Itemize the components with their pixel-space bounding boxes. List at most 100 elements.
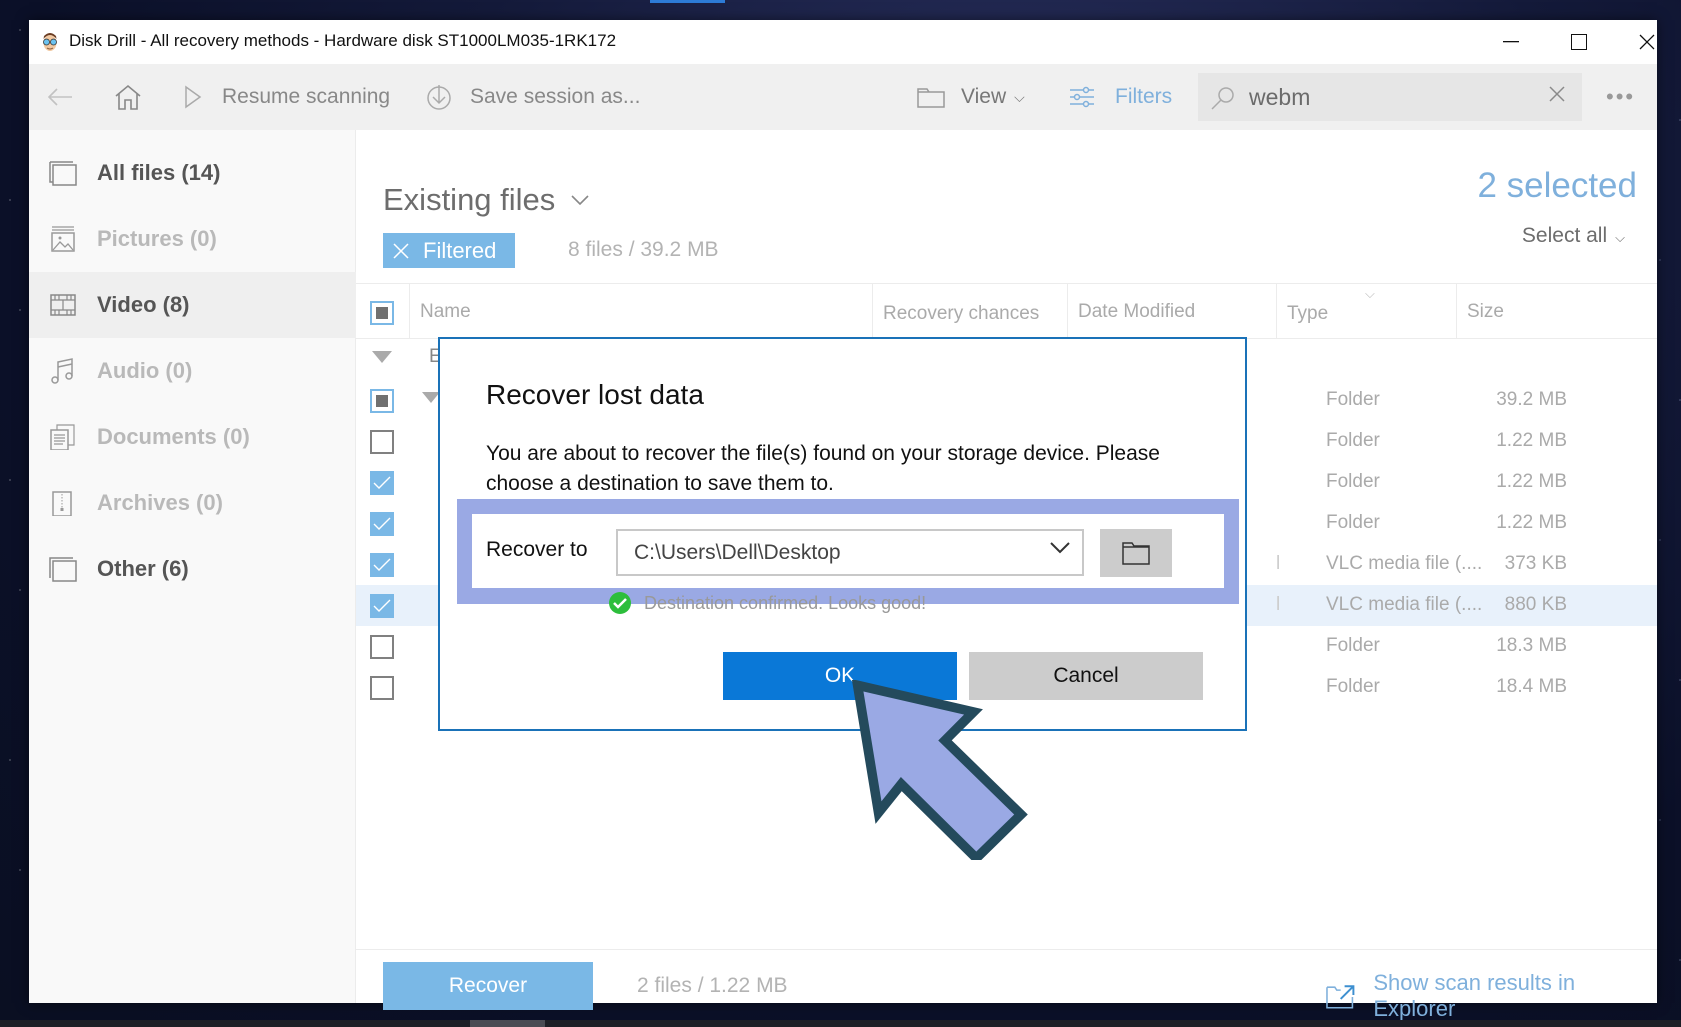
location-dropdown[interactable]: Existing files — [383, 182, 589, 218]
dialog-title: Recover lost data — [486, 379, 704, 410]
toolbar: Resume scanning Save session as... View … — [29, 64, 1657, 130]
recover-to-label: Recover to — [486, 538, 588, 561]
minimize-icon — [1503, 41, 1519, 43]
search-input[interactable] — [1249, 82, 1519, 112]
row-type: Folder — [1326, 635, 1380, 656]
row-size: 18.3 MB — [1496, 635, 1567, 656]
taskbar-app-button[interactable] — [470, 1020, 545, 1027]
row-checkbox[interactable] — [370, 676, 394, 700]
maximize-button[interactable] — [1546, 20, 1612, 64]
sidebar-item-documents[interactable]: Documents (0) — [29, 404, 356, 470]
cancel-button[interactable]: Cancel — [969, 652, 1203, 700]
sidebar-item-label: Pictures (0) — [97, 226, 217, 251]
close-button[interactable] — [1614, 20, 1680, 64]
filters-button[interactable]: Filters — [1069, 64, 1172, 130]
column-size[interactable]: Size — [1456, 284, 1657, 339]
sidebar-item-all[interactable]: All files (14) — [29, 140, 356, 206]
row-checkbox[interactable] — [370, 594, 394, 618]
explorer-link-label: Show scan results in Explorer — [1373, 970, 1576, 1021]
collapse-triangle-icon[interactable] — [372, 351, 392, 363]
annotation-highlight-box: Recover to C:\Users\Dell\Desktop — [457, 499, 1239, 604]
row-checkbox[interactable] — [370, 471, 394, 495]
filters-sliders-icon — [1070, 86, 1094, 108]
select-all-dropdown[interactable]: Select all ⌵ — [1522, 224, 1625, 248]
chevron-down-icon: ⌵ — [1014, 88, 1025, 105]
close-icon — [1639, 34, 1655, 50]
sidebar-item-label: Documents (0) — [97, 424, 250, 449]
table-header: Name Recovery chances Date Modified ⌵ Ty… — [356, 283, 1657, 339]
recover-button[interactable]: Recover — [383, 962, 593, 1010]
pictures-icon — [51, 226, 75, 252]
bottom-bar: Recover 2 files / 1.22 MB Show scan resu… — [356, 949, 1657, 1021]
recover-dialog: Recover lost data You are about to recov… — [438, 337, 1247, 731]
clear-search-icon[interactable] — [1548, 85, 1566, 103]
column-recovery-chances[interactable]: Recovery chances — [872, 284, 1067, 339]
select-all-label: Select all — [1521, 224, 1608, 247]
sidebar-item-label: Audio (0) — [97, 358, 193, 383]
select-all-checkbox[interactable] — [370, 301, 394, 325]
row-checkbox[interactable] — [370, 430, 394, 454]
app-logo-icon — [43, 33, 57, 51]
save-session-button[interactable]: Save session as... — [426, 64, 640, 130]
filtered-chip[interactable]: Filtered — [383, 233, 515, 268]
arrow-left-icon — [47, 88, 72, 106]
filtered-label: Filtered — [423, 237, 497, 263]
destination-dropdown[interactable]: C:\Users\Dell\Desktop — [616, 529, 1084, 576]
check-circle-icon — [609, 592, 631, 614]
folder-icon — [1122, 542, 1150, 565]
back-button[interactable] — [47, 64, 73, 130]
column-type[interactable]: ⌵ Type — [1276, 284, 1456, 339]
date-fragment: l — [1276, 594, 1281, 615]
sidebar-item-label: Archives (0) — [97, 490, 223, 515]
row-checkbox[interactable] — [370, 389, 394, 413]
row-checkbox[interactable] — [370, 635, 394, 659]
row-type: Folder — [1326, 512, 1380, 533]
sidebar-item-audio[interactable]: Audio (0) — [29, 338, 356, 404]
open-external-folder-icon — [1326, 985, 1355, 1009]
column-name[interactable]: Name — [409, 284, 872, 339]
dialog-message: You are about to recover the file(s) fou… — [486, 442, 1160, 495]
documents-icon — [50, 424, 75, 450]
resume-scanning-label: Resume scanning — [222, 85, 391, 108]
save-session-label: Save session as... — [470, 85, 641, 108]
title-bar: Disk Drill - All recovery methods - Hard… — [29, 20, 1657, 64]
row-size: 18.4 MB — [1496, 676, 1567, 697]
sidebar-item-label: Video (8) — [97, 292, 190, 317]
row-checkbox[interactable] — [370, 512, 394, 536]
sort-chevron-icon: ⌵ — [1365, 286, 1375, 301]
archives-icon — [52, 491, 72, 516]
play-icon — [185, 85, 202, 109]
row-size: 880 KB — [1504, 594, 1567, 615]
show-in-explorer-link[interactable]: Show scan results in Explorer — [1326, 970, 1657, 1022]
chevron-down-icon — [1050, 542, 1070, 554]
sidebar-item-video[interactable]: Video (8) — [29, 272, 356, 338]
checkmark-icon — [373, 517, 391, 530]
checkmark-icon — [373, 599, 391, 612]
browse-folder-button[interactable] — [1100, 529, 1172, 577]
all-files-icon — [49, 161, 77, 186]
view-menu-button[interactable]: View ⌵ — [917, 64, 1025, 130]
maximize-icon — [1571, 34, 1587, 50]
sidebar-item-archives[interactable]: Archives (0) — [29, 470, 356, 536]
column-date-modified[interactable]: Date Modified — [1067, 284, 1276, 339]
row-size: 1.22 MB — [1496, 471, 1567, 492]
more-options-button[interactable]: ••• — [1606, 84, 1635, 110]
row-size: 373 KB — [1504, 553, 1567, 574]
recover-summary: 2 files / 1.22 MB — [637, 974, 788, 997]
sidebar-item-label: Other (6) — [97, 556, 189, 581]
folder-icon — [917, 88, 945, 108]
selected-count: 2 selected — [1477, 166, 1637, 205]
taskbar-indicator — [650, 0, 725, 3]
resume-scanning-button[interactable]: Resume scanning — [184, 64, 390, 130]
remove-filter-icon[interactable] — [393, 242, 409, 259]
audio-icon — [51, 358, 73, 384]
sidebar-item-other[interactable]: Other (6) — [29, 536, 356, 602]
checkmark-icon — [373, 558, 391, 571]
row-type: Folder — [1326, 676, 1380, 697]
ok-button[interactable]: OK — [723, 652, 957, 700]
row-checkbox[interactable] — [370, 553, 394, 577]
minimize-button[interactable] — [1478, 20, 1544, 64]
sidebar-item-pictures[interactable]: Pictures (0) — [29, 206, 356, 272]
home-button[interactable] — [114, 64, 142, 130]
view-label: View — [961, 85, 1007, 108]
